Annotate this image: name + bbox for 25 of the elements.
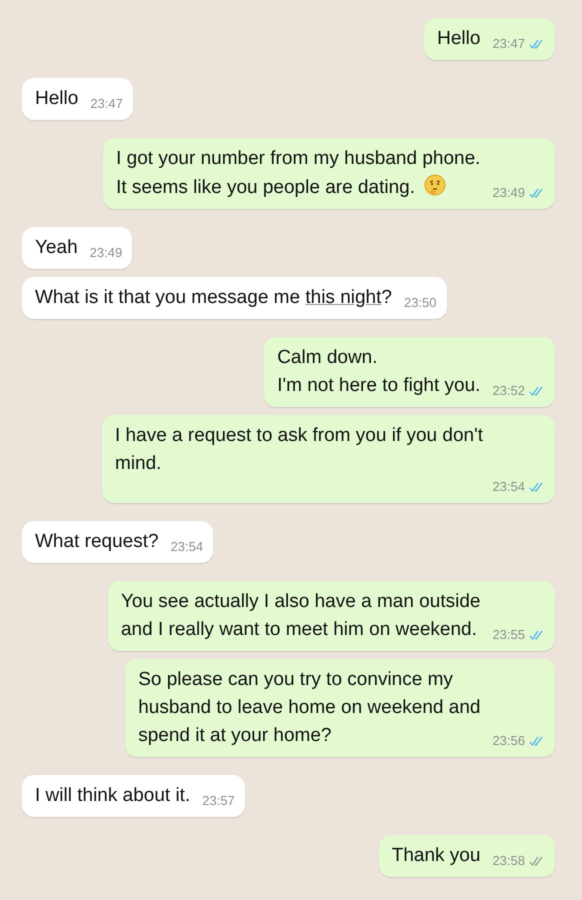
message-time: 23:54 bbox=[170, 538, 204, 556]
message-text: So please can you try to convince my husband to leave home on weekend and spend it at your home? bbox=[138, 668, 480, 748]
message-text: I got your number from my husband phone. It seems like you people are dating. bbox=[116, 147, 480, 200]
message-time: 23:47 bbox=[90, 95, 123, 113]
message-time: 23:55 bbox=[492, 626, 525, 644]
message-text: I have a request to ask from you if you don't mind. bbox=[115, 424, 483, 476]
message-text: Yeah bbox=[35, 236, 78, 260]
message-time: 23:49 bbox=[90, 244, 122, 262]
message-text: What is it that you message me this night? bbox=[35, 286, 392, 310]
message-time: 23:52 bbox=[492, 382, 525, 400]
message-text: I will think about it. bbox=[35, 784, 190, 808]
message-time: 23:58 bbox=[492, 852, 525, 870]
message-time: 23:50 bbox=[404, 294, 437, 312]
message-text: What request? bbox=[35, 530, 159, 554]
message-text: Hello bbox=[437, 27, 480, 51]
message-time: 23:54 bbox=[492, 478, 525, 496]
message-text: You see actually I also have a man outside and I really want to meet him on weekend. bbox=[120, 590, 480, 642]
message-time: 23:47 bbox=[492, 35, 525, 53]
message-link[interactable]: this night bbox=[305, 287, 382, 308]
message-text: Thank you bbox=[392, 844, 480, 868]
message-text: Calm down. I'm not here to fight you. bbox=[277, 346, 480, 398]
message-time: 23:49 bbox=[492, 184, 525, 202]
message-time: 23:57 bbox=[202, 792, 235, 810]
message-time: 23:56 bbox=[492, 732, 525, 750]
message-text: Hello bbox=[35, 87, 78, 111]
